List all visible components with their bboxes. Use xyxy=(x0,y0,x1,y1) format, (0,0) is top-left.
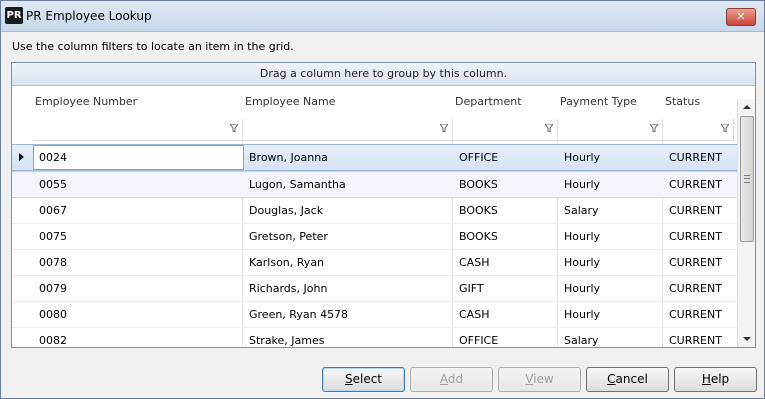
filter-icon[interactable] xyxy=(545,124,553,132)
filter-cell-employee-name[interactable] xyxy=(243,119,453,141)
table-row[interactable]: 0055 Lugon, Samantha BOOKS Hourly CURREN… xyxy=(12,171,737,198)
cell-status[interactable]: CURRENT xyxy=(669,328,722,347)
view-button: View xyxy=(498,367,581,392)
cell-payment-type[interactable]: Hourly xyxy=(564,224,600,249)
cell-department[interactable]: OFFICE xyxy=(459,145,498,170)
cell-employee-number[interactable]: 0055 xyxy=(39,172,67,197)
cell-employee-number[interactable]: 0079 xyxy=(39,276,67,301)
filter-cell-payment-type[interactable] xyxy=(558,119,663,141)
view-label: iew xyxy=(533,372,554,386)
scroll-down-arrow-icon[interactable] xyxy=(738,331,755,347)
cell-status[interactable]: CURRENT xyxy=(669,224,722,249)
cancel-button[interactable]: Cancel xyxy=(586,367,669,392)
cell-department[interactable]: BOOKS xyxy=(459,224,498,249)
column-header-employee-number[interactable]: Employee Number xyxy=(35,95,137,108)
help-label: elp xyxy=(710,372,730,386)
filter-icon[interactable] xyxy=(721,124,729,132)
view-accelerator: V xyxy=(525,372,534,386)
row-indicator-arrow-icon xyxy=(12,145,32,170)
cell-payment-type[interactable]: Hourly xyxy=(564,302,600,327)
filter-icon[interactable] xyxy=(230,124,238,132)
scroll-thumb[interactable] xyxy=(740,116,754,242)
cell-employee-number[interactable]: 0024 xyxy=(39,145,67,170)
help-button[interactable]: Help xyxy=(674,367,757,392)
cell-employee-name[interactable]: Karlson, Ryan xyxy=(249,250,324,275)
column-header-department[interactable]: Department xyxy=(455,95,522,108)
column-header-status[interactable]: Status xyxy=(665,95,700,108)
cell-payment-type[interactable]: Hourly xyxy=(564,145,600,170)
window-title: PR Employee Lookup xyxy=(26,9,152,23)
add-label: dd xyxy=(447,372,464,386)
table-row[interactable]: 0082 Strake, James OFFICE Salary CURRENT xyxy=(12,328,737,347)
title-bar: PR PR Employee Lookup ✕ xyxy=(1,1,764,32)
select-accelerator: S xyxy=(344,372,353,386)
employee-lookup-dialog: PR PR Employee Lookup ✕ Use the column f… xyxy=(0,0,765,399)
filter-row xyxy=(33,119,734,141)
cell-employee-name[interactable]: Gretson, Peter xyxy=(249,224,328,249)
help-accelerator: H xyxy=(701,372,711,386)
cell-employee-number[interactable]: 0075 xyxy=(39,224,67,249)
table-row[interactable]: 0024 Brown, Joanna OFFICE Hourly CURRENT xyxy=(12,144,737,171)
select-label: elect xyxy=(352,372,383,386)
cancel-label: ancel xyxy=(615,372,648,386)
table-row[interactable]: 0079 Richards, John GIFT Hourly CURRENT xyxy=(12,276,737,302)
cell-employee-name[interactable]: Strake, James xyxy=(249,328,325,347)
cell-payment-type[interactable]: Hourly xyxy=(564,250,600,275)
app-icon: PR xyxy=(5,7,23,24)
cell-department[interactable]: BOOKS xyxy=(459,198,498,223)
instructions-text: Use the column filters to locate an item… xyxy=(12,40,294,53)
table-row[interactable]: 0080 Green, Ryan 4578 CASH Hourly CURREN… xyxy=(12,302,737,328)
column-header-payment-type[interactable]: Payment Type xyxy=(560,95,637,108)
cell-status[interactable]: CURRENT xyxy=(669,276,722,301)
cell-status[interactable]: CURRENT xyxy=(669,172,722,197)
cell-payment-type[interactable]: Hourly xyxy=(564,172,600,197)
cell-employee-number[interactable]: 0082 xyxy=(39,328,67,347)
cell-employee-number[interactable]: 0067 xyxy=(39,198,67,223)
cell-department[interactable]: CASH xyxy=(459,250,489,275)
cell-payment-type[interactable]: Salary xyxy=(564,328,599,347)
cell-status[interactable]: CURRENT xyxy=(669,250,722,275)
cell-employee-number[interactable]: 0080 xyxy=(39,302,67,327)
cell-payment-type[interactable]: Hourly xyxy=(564,276,600,301)
cell-department[interactable]: CASH xyxy=(459,302,489,327)
cell-employee-name[interactable]: Richards, John xyxy=(249,276,327,301)
filter-cell-department[interactable] xyxy=(453,119,558,141)
cell-status[interactable]: CURRENT xyxy=(669,302,722,327)
cell-employee-name[interactable]: Brown, Joanna xyxy=(249,145,328,170)
table-row[interactable]: 0067 Douglas, Jack BOOKS Salary CURRENT xyxy=(12,198,737,224)
select-button[interactable]: Select xyxy=(322,367,405,392)
cell-status[interactable]: CURRENT xyxy=(669,198,722,223)
cell-department[interactable]: BOOKS xyxy=(459,172,498,197)
group-by-panel[interactable]: Drag a column here to group by this colu… xyxy=(12,63,755,86)
table-row[interactable]: 0078 Karlson, Ryan CASH Hourly CURRENT xyxy=(12,250,737,276)
cell-department[interactable]: GIFT xyxy=(459,276,484,301)
column-header-employee-name[interactable]: Employee Name xyxy=(245,95,335,108)
cell-employee-number[interactable]: 0078 xyxy=(39,250,67,275)
close-button[interactable]: ✕ xyxy=(726,8,756,26)
add-button: Add xyxy=(410,367,493,392)
cell-employee-name[interactable]: Green, Ryan 4578 xyxy=(249,302,348,327)
cell-department[interactable]: OFFICE xyxy=(459,328,498,347)
grip-icon xyxy=(744,175,750,183)
cell-status[interactable]: CURRENT xyxy=(669,145,722,170)
vertical-scrollbar[interactable] xyxy=(737,99,755,347)
employee-grid: Drag a column here to group by this colu… xyxy=(11,62,756,348)
cell-payment-type[interactable]: Salary xyxy=(564,198,599,223)
cancel-accelerator: C xyxy=(607,372,616,386)
filter-cell-employee-number[interactable] xyxy=(33,119,243,141)
cell-employee-name[interactable]: Lugon, Samantha xyxy=(249,172,346,197)
add-accelerator: A xyxy=(439,372,448,386)
filter-icon[interactable] xyxy=(440,124,448,132)
table-row[interactable]: 0075 Gretson, Peter BOOKS Hourly CURRENT xyxy=(12,224,737,250)
filter-cell-status[interactable] xyxy=(663,119,734,141)
scroll-up-arrow-icon[interactable] xyxy=(738,99,755,115)
grid-rows: 0024 Brown, Joanna OFFICE Hourly CURRENT… xyxy=(12,144,737,347)
cell-employee-name[interactable]: Douglas, Jack xyxy=(249,198,323,223)
filter-icon[interactable] xyxy=(650,124,658,132)
